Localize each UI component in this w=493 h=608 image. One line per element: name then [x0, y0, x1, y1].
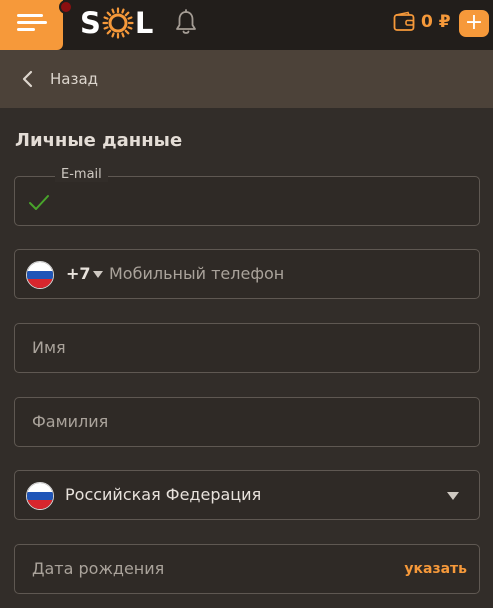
checkmark-icon — [29, 195, 49, 210]
logo[interactable]: S L — [80, 4, 153, 42]
back-navigation-bar: Назад — [0, 50, 493, 108]
first-name-field[interactable]: Имя — [14, 323, 480, 373]
notification-dot — [59, 0, 73, 14]
russia-flag-icon — [26, 482, 54, 510]
menu-icon-bar — [17, 28, 35, 31]
bell-icon[interactable] — [174, 9, 198, 37]
birthdate-placeholder: Дата рождения — [32, 559, 165, 578]
menu-icon-bar — [17, 21, 47, 24]
wallet-icon[interactable] — [392, 10, 416, 34]
country-select[interactable]: Российская Федерация — [14, 470, 480, 520]
menu-icon — [17, 14, 43, 17]
last-name-field[interactable]: Фамилия — [14, 397, 480, 447]
add-funds-button[interactable]: + — [459, 10, 489, 37]
russia-flag-icon[interactable] — [26, 261, 54, 289]
balance-amount[interactable]: 0 ₽ — [421, 12, 451, 32]
top-header: S L 0 ₽ + — [0, 0, 493, 50]
phone-placeholder: Мобильный телефон — [109, 264, 285, 283]
email-field[interactable]: E-mail — [14, 167, 480, 226]
chevron-left-icon[interactable] — [20, 69, 34, 89]
back-link[interactable]: Назад — [50, 70, 98, 88]
section-title: Личные данные — [15, 130, 183, 151]
logo-letter-l: L — [134, 6, 154, 40]
chevron-down-icon[interactable] — [93, 271, 103, 278]
country-value: Российская Федерация — [65, 485, 262, 504]
specify-birthdate-link[interactable]: указать — [404, 561, 467, 577]
menu-button[interactable] — [0, 0, 63, 50]
plus-icon: + — [464, 10, 484, 35]
logo-letter-s: S — [80, 6, 101, 40]
first-name-placeholder: Имя — [32, 338, 66, 357]
birthdate-field[interactable]: Дата рождения указать — [14, 544, 480, 594]
phone-country-code[interactable]: +7 — [66, 264, 91, 283]
chevron-down-icon — [447, 492, 459, 500]
last-name-placeholder: Фамилия — [32, 412, 109, 431]
email-legend: E-mail — [55, 167, 108, 182]
phone-field[interactable]: +7 Мобильный телефон — [14, 249, 480, 299]
sun-logo-icon — [102, 7, 134, 39]
